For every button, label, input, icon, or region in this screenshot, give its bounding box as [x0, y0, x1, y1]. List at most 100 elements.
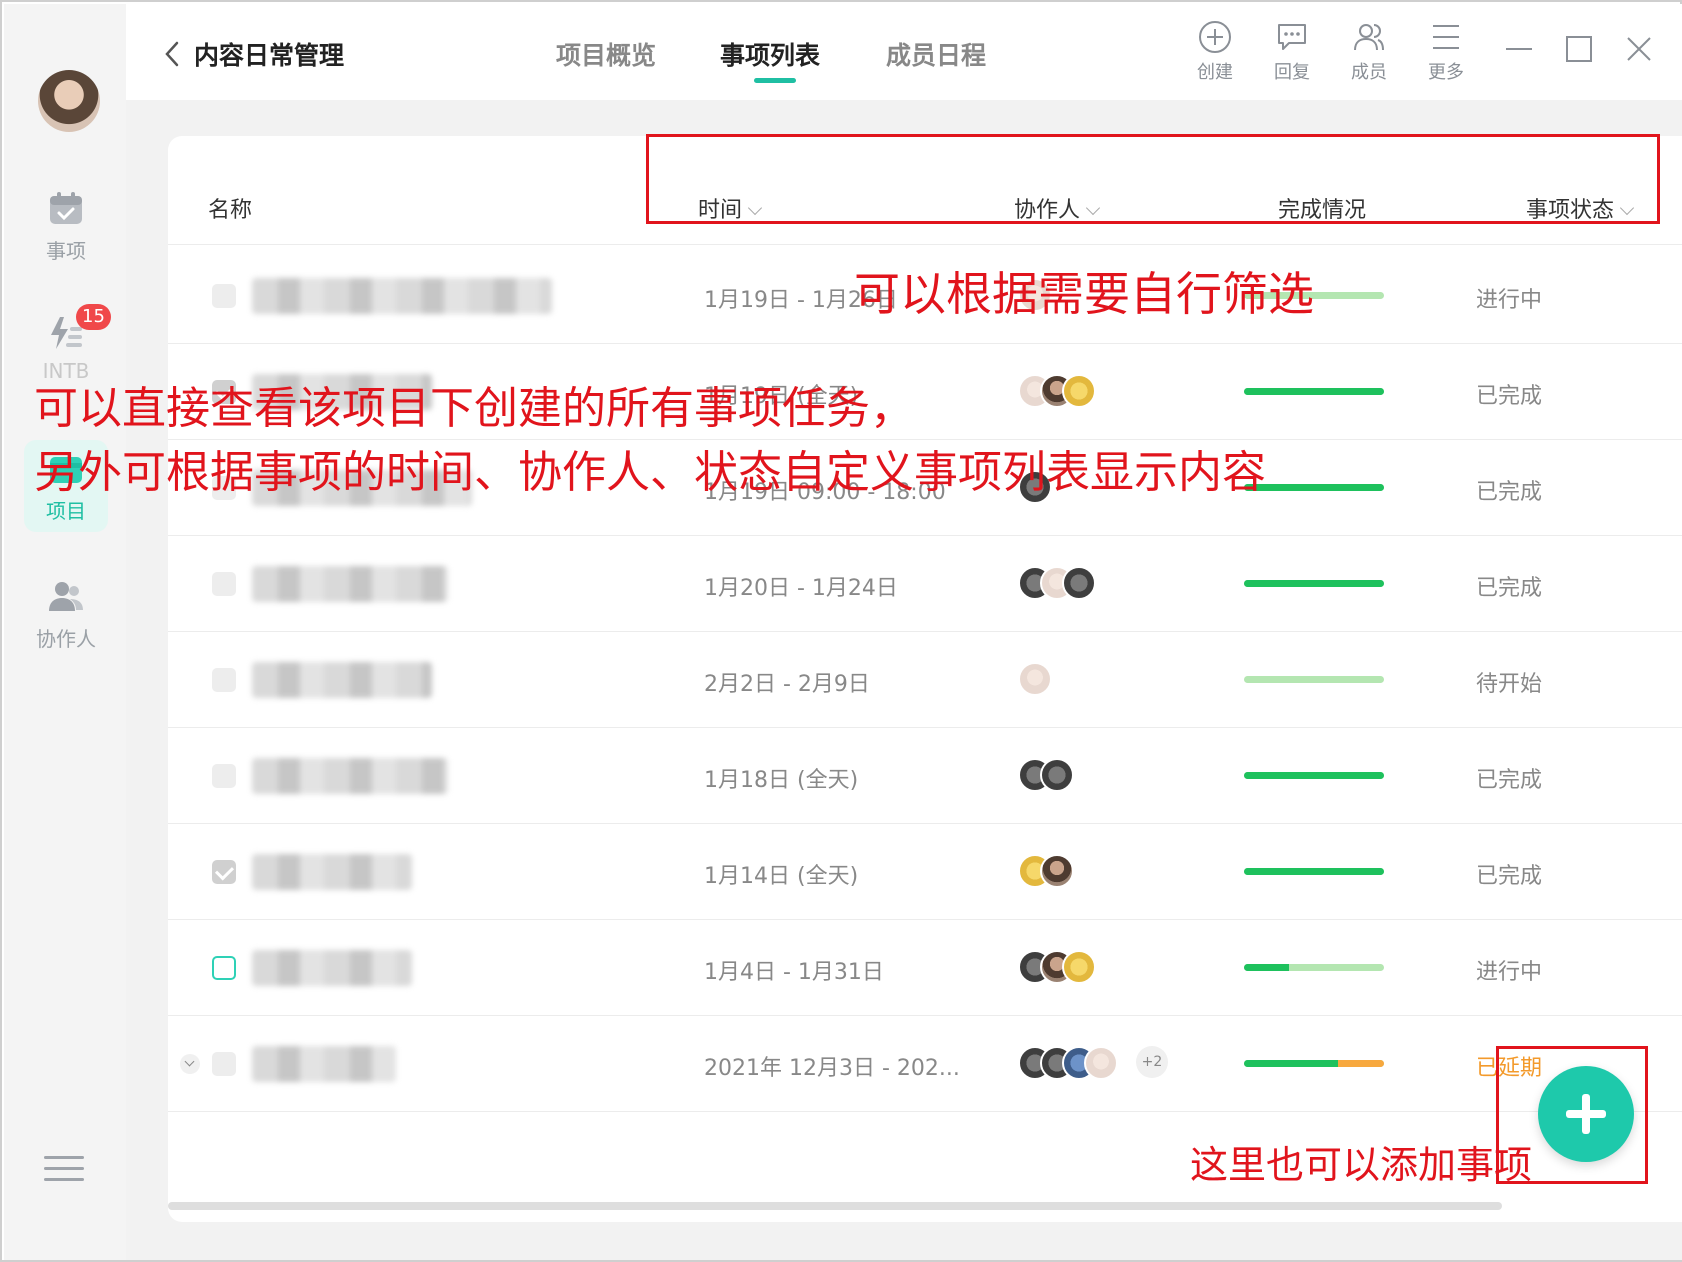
task-name-blurred [252, 950, 412, 986]
minimize-icon[interactable] [1502, 32, 1536, 66]
plus-circle-icon [1199, 21, 1231, 53]
user-avatar[interactable] [38, 70, 100, 132]
progress-bar [1244, 676, 1384, 683]
collaborator-avatars[interactable] [1018, 662, 1052, 698]
status-text[interactable]: 进行中 [1476, 282, 1542, 314]
members-icon [1354, 24, 1384, 51]
tab-member-schedule[interactable]: 成员日程 [886, 36, 986, 72]
tab-task-list[interactable]: 事项列表 [720, 36, 820, 72]
table-row[interactable]: 1月20日 - 1月24日 已完成 [168, 536, 1682, 632]
task-checkbox[interactable] [212, 956, 236, 980]
task-time: 2021年 12月3日 - 202... [704, 1056, 960, 1081]
progress-fill [1244, 580, 1384, 587]
extra-members-count[interactable]: +2 [1136, 1046, 1168, 1078]
progress-bar [1244, 964, 1384, 971]
annotation-list-note-2: 另外可根据事项的时间、协作人、状态自定义事项列表显示内容 [34, 447, 1266, 498]
unread-badge: 15 [76, 304, 111, 330]
task-time: 1月14日 (全天) [704, 864, 859, 889]
progress-bar [1244, 1060, 1384, 1067]
overdue-fill [1337, 1060, 1384, 1067]
collaborator-avatars[interactable] [1018, 566, 1096, 602]
status-text[interactable]: 已完成 [1476, 762, 1542, 794]
avatar [1018, 662, 1052, 696]
progress-fill [1244, 964, 1289, 971]
progress-bar [1244, 772, 1384, 779]
collaborator-avatars[interactable] [1018, 854, 1074, 890]
status-text[interactable]: 待开始 [1476, 666, 1542, 698]
annotation-list-note-1: 可以直接查看该项目下创建的所有事项任务， [34, 383, 914, 434]
task-name-blurred [252, 566, 448, 602]
task-name-blurred [252, 662, 432, 698]
avatar [1040, 758, 1074, 792]
task-name-blurred [252, 278, 552, 314]
status-text[interactable]: 已完成 [1476, 570, 1542, 602]
more-button[interactable]: 更多 [1411, 20, 1481, 84]
column-header-label: 名称 [208, 198, 253, 223]
task-checkbox[interactable] [212, 284, 236, 308]
expand-chevron-icon[interactable] [180, 1054, 200, 1074]
avatar [1084, 1046, 1118, 1080]
table-row[interactable]: 1月18日 (全天) 已完成 [168, 728, 1682, 824]
project-title: 内容日常管理 [194, 41, 345, 70]
reply-button[interactable]: 回复 [1257, 20, 1327, 84]
column-header-name[interactable]: 名称 [208, 192, 252, 224]
tab-overview[interactable]: 项目概览 [556, 36, 656, 72]
task-checkbox[interactable] [212, 860, 236, 884]
header-divider [168, 244, 1682, 245]
comment-icon [1278, 24, 1306, 50]
avatar [1062, 374, 1096, 408]
sidebar: 事项 INTB 15 项目 协作人 [4, 4, 126, 1260]
annotation-add-note: 这里也可以添加事项 [1190, 1143, 1533, 1187]
close-icon[interactable] [1622, 32, 1656, 66]
task-checkbox[interactable] [212, 572, 236, 596]
maximize-icon[interactable] [1562, 32, 1596, 66]
progress-fill [1244, 772, 1384, 779]
sidebar-item-tasks[interactable]: 事项 [24, 180, 108, 272]
task-checkbox[interactable] [212, 1052, 236, 1076]
collaborator-avatars[interactable] [1018, 758, 1074, 794]
table-row[interactable]: 1月14日 (全天) 已完成 [168, 824, 1682, 920]
sidebar-item-label: 协作人 [36, 626, 96, 651]
sidebar-item-collaborators[interactable]: 协作人 [24, 568, 108, 660]
active-tab-indicator [754, 78, 796, 83]
calendar-check-icon [50, 191, 82, 224]
avatar [1040, 854, 1074, 888]
progress-bar [1244, 868, 1384, 875]
avatar [1062, 566, 1096, 600]
progress-bar [1244, 388, 1384, 395]
collaborator-avatars[interactable]: +2 [1018, 1046, 1168, 1082]
header: 内容日常管理 项目概览 事项列表 成员日程 创建 回复 成员 更多 [126, 4, 1682, 100]
collaborator-avatars[interactable] [1018, 374, 1096, 410]
task-time: 1月20日 - 1月24日 [704, 576, 898, 601]
task-checkbox[interactable] [212, 764, 236, 788]
horizontal-scrollbar[interactable] [168, 1202, 1502, 1210]
task-name-blurred [252, 854, 412, 890]
sidebar-item-label: 事项 [46, 238, 86, 263]
more-label: 更多 [1428, 62, 1464, 83]
progress-bar [1244, 580, 1384, 587]
status-text[interactable]: 进行中 [1476, 954, 1542, 986]
members-button[interactable]: 成员 [1334, 20, 1404, 84]
back-chevron-icon[interactable] [162, 40, 182, 68]
annotation-filter-box [646, 134, 1660, 224]
app-window: 事项 INTB 15 项目 协作人 内容日常管理 项目概览 事项列表 成员日程 … [0, 0, 1682, 1262]
task-time: 2月2日 - 2月9日 [704, 672, 870, 697]
status-text[interactable]: 已完成 [1476, 474, 1542, 506]
create-button[interactable]: 创建 [1180, 20, 1250, 84]
avatar [1062, 950, 1096, 984]
task-name-blurred [252, 758, 448, 794]
hamburger-menu-icon[interactable] [44, 1154, 84, 1184]
status-text[interactable]: 已完成 [1476, 378, 1542, 410]
table-row[interactable]: 2021年 12月3日 - 202... +2 已延期 [168, 1016, 1682, 1112]
progress-fill [1244, 1060, 1338, 1067]
collaborator-avatars[interactable] [1018, 950, 1096, 986]
table-row[interactable]: 1月4日 - 1月31日 进行中 [168, 920, 1682, 1016]
task-checkbox[interactable] [212, 668, 236, 692]
status-text[interactable]: 已完成 [1476, 858, 1542, 890]
create-label: 创建 [1197, 62, 1233, 83]
reply-label: 回复 [1274, 62, 1310, 83]
annotation-filter-note: 可以根据需要自行筛选 [854, 267, 1314, 321]
table-row[interactable]: 2月2日 - 2月9日 待开始 [168, 632, 1682, 728]
task-time: 1月18日 (全天) [704, 768, 859, 793]
members-label: 成员 [1351, 62, 1387, 83]
